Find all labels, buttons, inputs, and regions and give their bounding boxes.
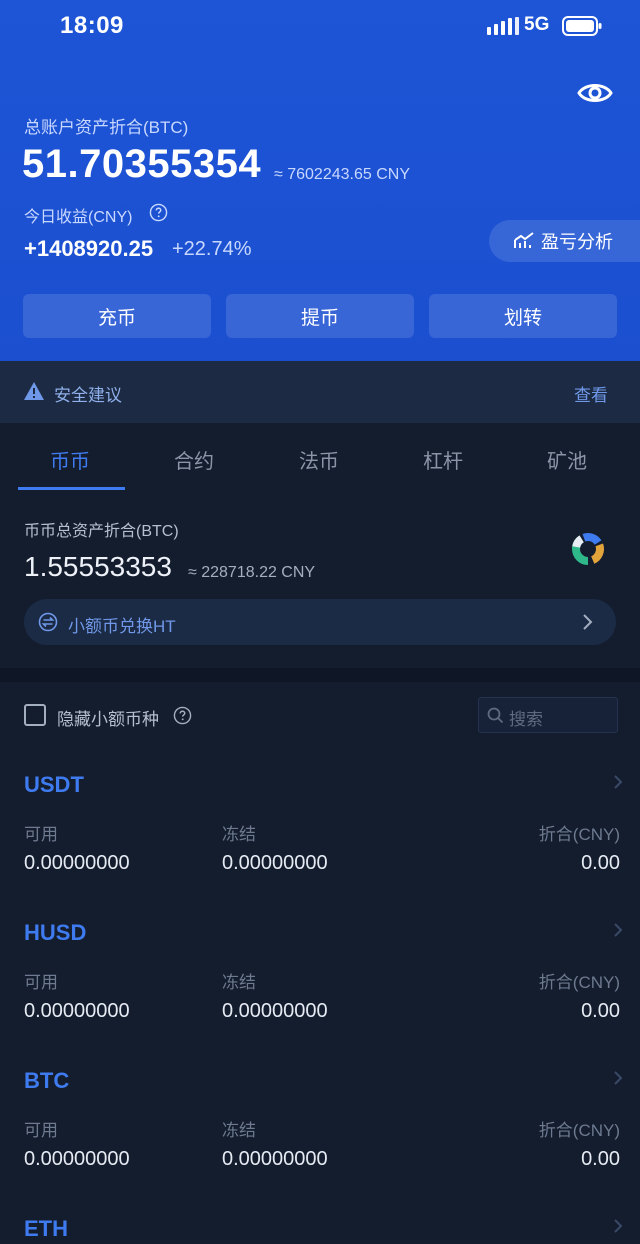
asset-name: USDT [24,772,84,797]
section-divider [0,668,640,682]
chevron-right-icon [614,1219,623,1233]
today-earnings-label: 今日收益(CNY) [24,209,133,226]
chevron-right-icon [583,614,593,630]
total-assets-value: 51.70355354 [22,142,262,186]
frozen-label: 冻结 [222,973,256,992]
chevron-right-icon [614,1071,623,1085]
frozen-value: 0.00000000 [222,1148,328,1170]
small-coin-exchange-row[interactable]: 小额币兑换HT [24,599,616,645]
search-placeholder: 搜索 [509,710,543,729]
cny-value: 0.00 [581,1000,620,1022]
search-icon [487,707,504,724]
available-value: 0.00000000 [24,1000,130,1022]
total-assets-cny: ≈ 7602243.65 CNY [274,166,410,183]
frozen-label: 冻结 [222,825,256,844]
safety-advice-text: 安全建议 [54,386,122,405]
pnl-analysis-label: 盈亏分析 [541,232,613,252]
signal-icon [487,17,519,35]
swap-icon [38,612,58,632]
eye-icon[interactable] [576,78,614,108]
today-earnings-value: +1408920.25 [24,236,154,261]
hide-small-checkbox[interactable] [24,704,46,726]
tab-pool[interactable]: 矿池 [547,445,587,474]
active-tab-indicator [18,487,125,490]
available-label: 可用 [24,973,58,992]
frozen-label: 冻结 [222,1121,256,1140]
today-earnings-percent: +22.74% [172,238,252,260]
cny-value-label: 折合(CNY) [538,825,620,844]
withdraw-button[interactable]: 提币 [226,294,414,338]
available-value: 0.00000000 [24,852,130,874]
frozen-value: 0.00000000 [222,1000,328,1022]
asset-name: ETH [24,1216,68,1241]
tab-fiat[interactable]: 法币 [299,445,339,474]
deposit-button[interactable]: 充币 [23,294,211,338]
status-bar: 18:09 5G [0,0,640,56]
pnl-analysis-button[interactable]: 盈亏分析 [489,220,640,262]
spot-assets-value: 1.55553353 [24,551,172,582]
cny-value-label: 折合(CNY) [538,1121,620,1140]
available-label: 可用 [24,825,58,844]
battery-icon [562,16,602,36]
hide-small-label: 隐藏小额币种 [57,710,159,729]
donut-chart-icon[interactable] [570,531,606,567]
asset-name: HUSD [24,920,87,945]
chevron-right-icon [614,775,623,789]
help-icon[interactable] [173,706,192,725]
chevron-right-icon [614,923,623,937]
total-assets-label: 总账户资产折合(BTC) [24,118,189,137]
tab-spot[interactable]: 币币 [50,445,90,474]
asset-name: BTC [24,1068,70,1093]
cny-value: 0.00 [581,852,620,874]
transfer-button[interactable]: 划转 [429,294,617,338]
help-icon[interactable] [149,203,168,222]
search-input[interactable]: 搜索 [478,697,618,733]
chart-trend-icon [514,232,534,248]
spot-assets-cny: ≈ 228718.22 CNY [188,564,316,581]
asset-row-btc[interactable]: BTC 可用 冻结 折合(CNY) 0.00000000 0.00000000 … [0,1064,640,1212]
available-value: 0.00000000 [24,1148,130,1170]
tab-contract[interactable]: 合约 [174,445,214,474]
available-label: 可用 [24,1121,58,1140]
frozen-value: 0.00000000 [222,852,328,874]
spot-assets-label: 币币总资产折合(BTC) [24,523,179,540]
asset-row-husd[interactable]: HUSD 可用 冻结 折合(CNY) 0.00000000 0.00000000… [0,916,640,1064]
tab-margin[interactable]: 杠杆 [423,445,463,474]
warning-icon [24,382,44,400]
cny-value: 0.00 [581,1148,620,1170]
small-coin-exchange-label: 小额币兑换HT [68,617,176,636]
asset-row-eth[interactable]: ETH [0,1212,640,1244]
status-time: 18:09 [60,12,124,39]
safety-view-link[interactable]: 查看 [574,381,608,406]
cny-value-label: 折合(CNY) [538,973,620,992]
asset-row-usdt[interactable]: USDT 可用 冻结 折合(CNY) 0.00000000 0.00000000… [0,768,640,916]
network-label: 5G [524,14,550,35]
